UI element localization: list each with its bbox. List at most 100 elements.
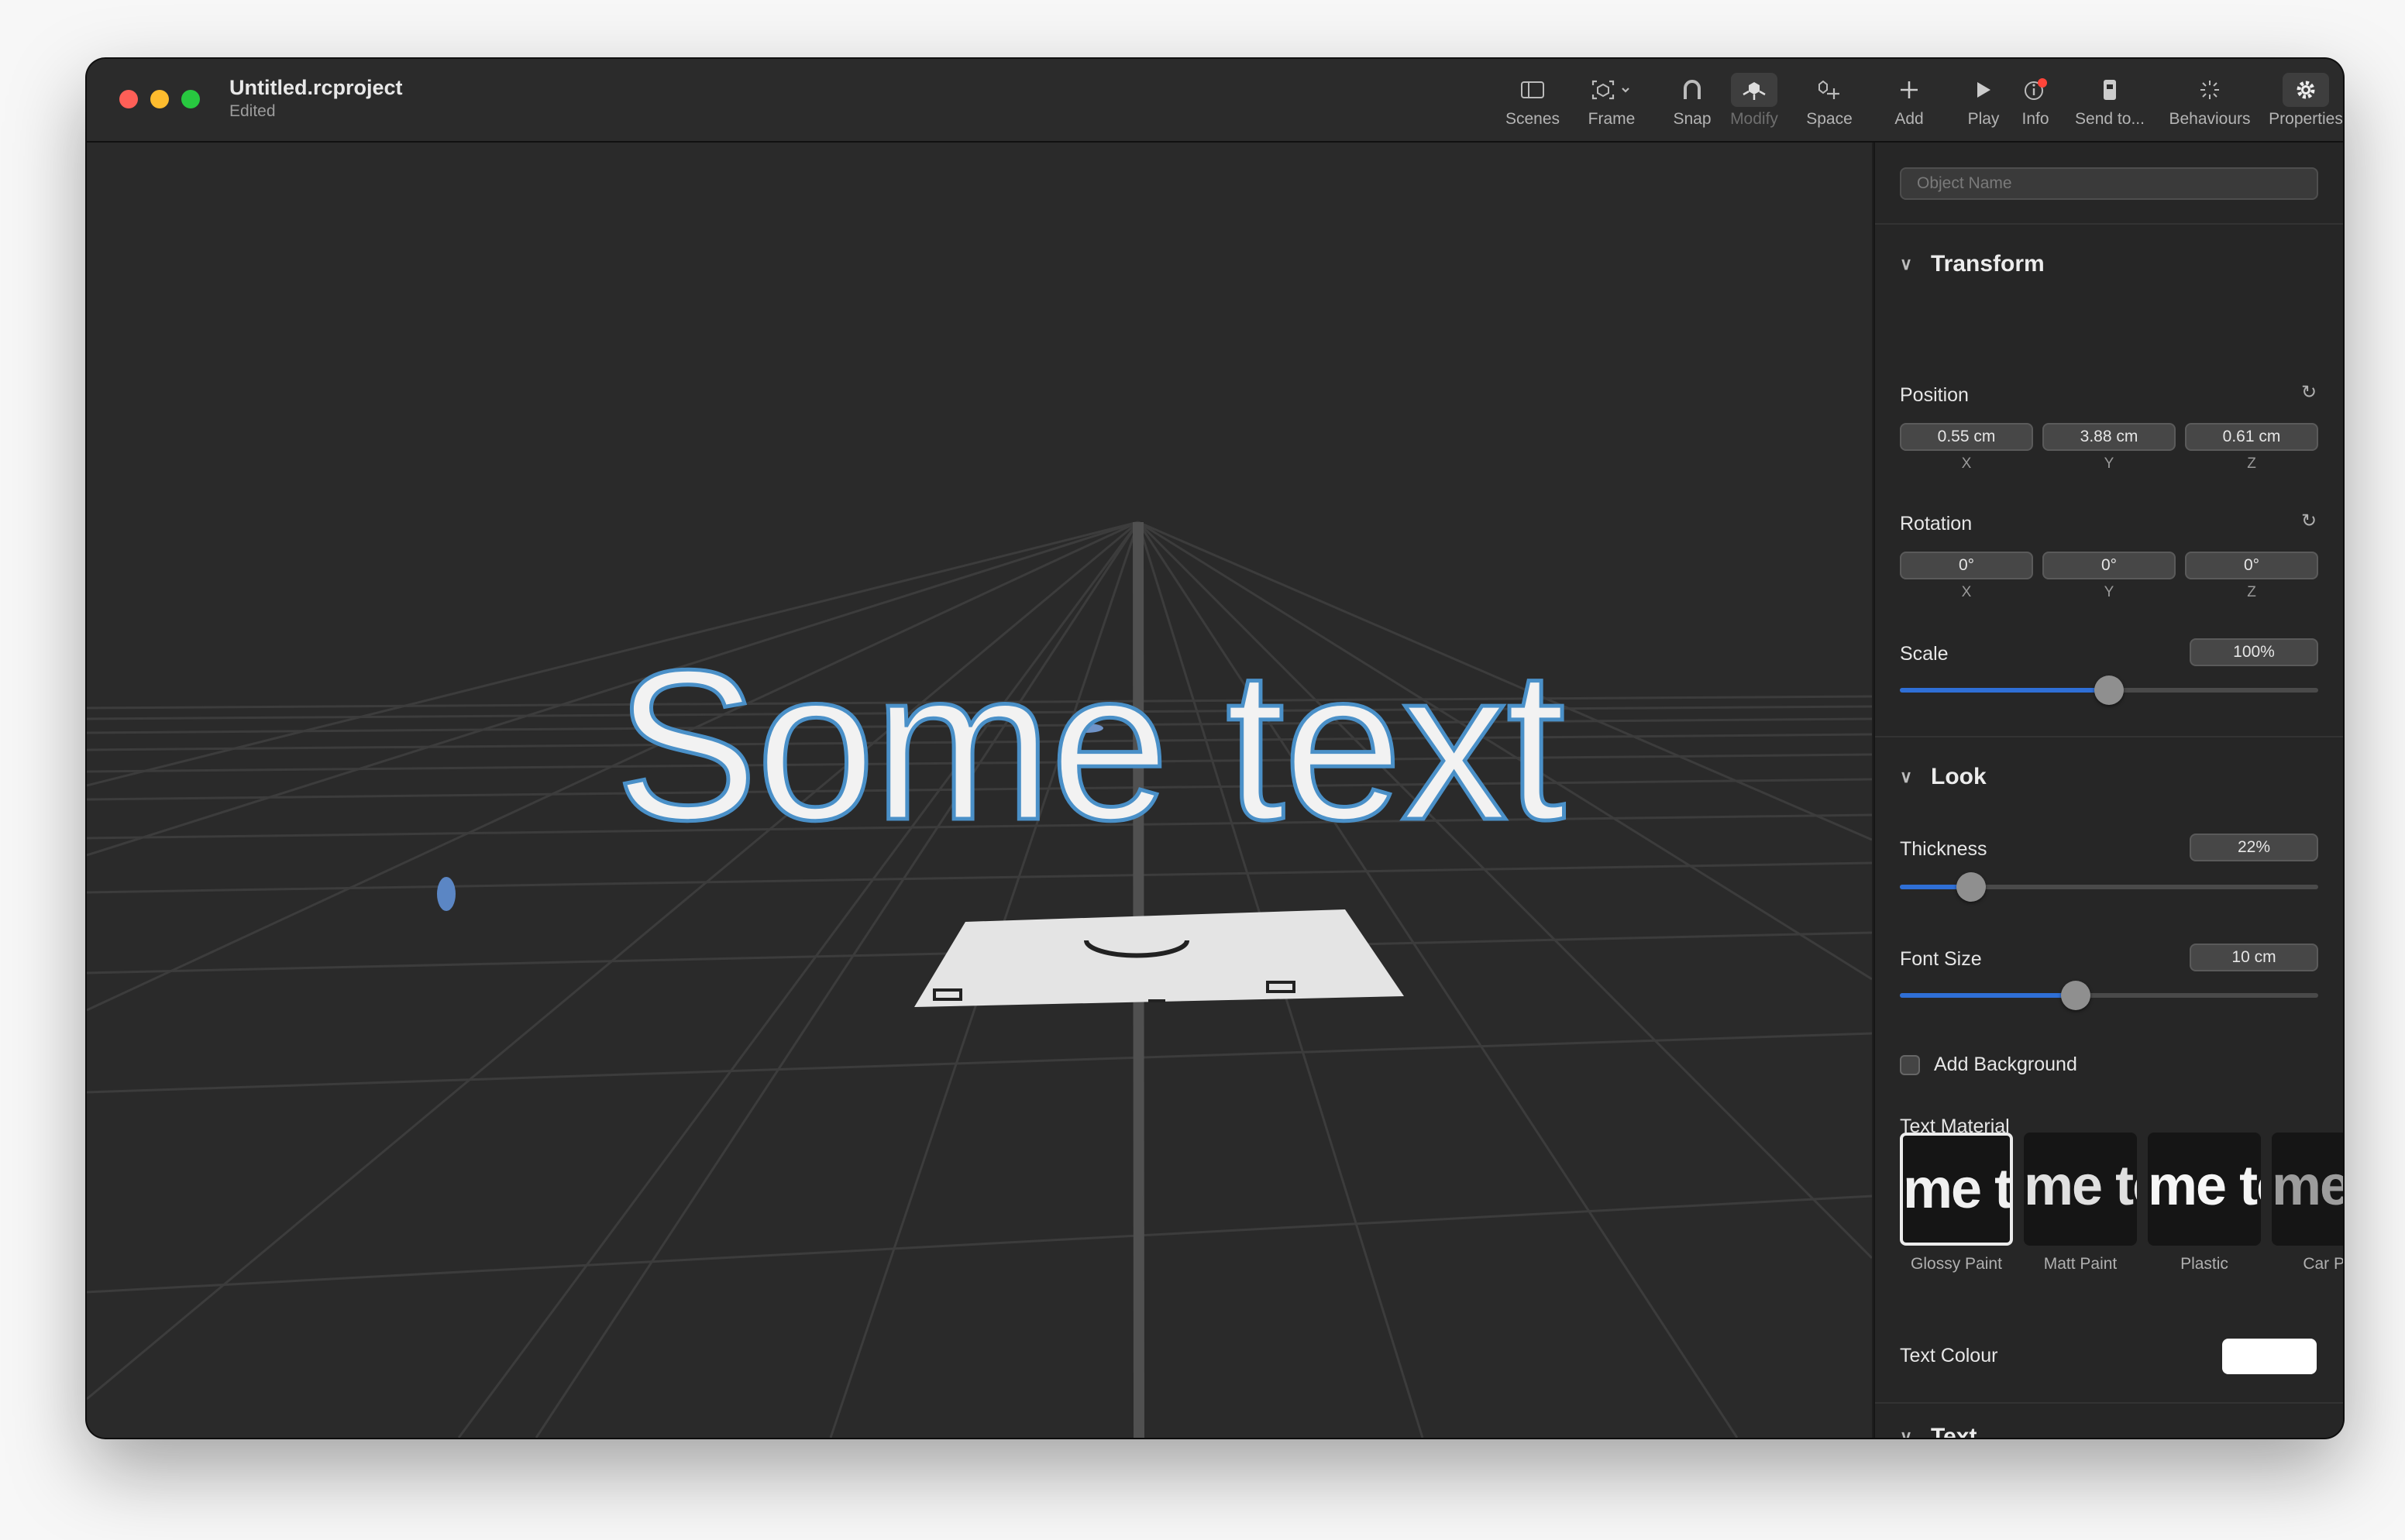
material-name: Car Pa bbox=[2303, 1255, 2343, 1273]
material-sample-text: me te bbox=[2024, 1155, 2137, 1217]
rotation-y-field[interactable]: 0° bbox=[2042, 552, 2176, 579]
material-swatch-matt-paint[interactable]: me te bbox=[2024, 1133, 2137, 1246]
play-icon bbox=[1975, 73, 1992, 107]
minimize-window-button[interactable] bbox=[150, 90, 169, 108]
material-name: Glossy Paint bbox=[1911, 1255, 2002, 1273]
chevron-down-icon: ∨ bbox=[1900, 254, 1913, 273]
thickness-slider-knob[interactable] bbox=[1956, 872, 1986, 902]
axis-label-z: Z bbox=[2247, 584, 2256, 600]
info-icon bbox=[2022, 73, 2049, 107]
modify-icon bbox=[1731, 73, 1777, 107]
section-title: Look bbox=[1931, 764, 1987, 789]
toolbar-play-button[interactable]: Play bbox=[1956, 73, 2011, 135]
divider bbox=[1875, 223, 2343, 225]
rotation-x-field[interactable]: 0° bbox=[1900, 552, 2033, 579]
reset-rotation-icon[interactable]: ↻ bbox=[2301, 510, 2317, 532]
axis-label-z: Z bbox=[2247, 455, 2256, 472]
toolbar-label: Snap bbox=[1673, 110, 1712, 128]
toolbar-label: Properties bbox=[2269, 110, 2343, 128]
toolbar-frame-button[interactable]: Frame bbox=[1570, 73, 1653, 135]
inspector-panel: Object Name ∨ Transform Position ↻ 0.55 … bbox=[1873, 143, 2343, 1438]
object-name-field[interactable]: Object Name bbox=[1900, 167, 2318, 200]
font-size-field[interactable]: 10 cm bbox=[2190, 944, 2318, 971]
position-label: Position bbox=[1900, 384, 1969, 406]
space-icon bbox=[1817, 73, 1842, 107]
font-size-slider-track[interactable] bbox=[1900, 993, 2318, 998]
magnet-icon bbox=[1682, 73, 1702, 107]
document-title: Untitled.rcproject bbox=[229, 76, 403, 99]
rotation-label: Rotation bbox=[1900, 513, 1973, 535]
toolbar-label: Space bbox=[1806, 110, 1853, 128]
sparkle-icon bbox=[2198, 73, 2221, 107]
toolbar-space-button[interactable]: Space bbox=[1788, 73, 1870, 135]
divider bbox=[1875, 736, 2343, 737]
scale-label: Scale bbox=[1900, 643, 1949, 665]
text-colour-well[interactable] bbox=[2222, 1339, 2317, 1374]
material-sample-text: me te bbox=[1903, 1158, 2012, 1220]
toolbar-snap-button[interactable]: Snap bbox=[1663, 73, 1722, 135]
document-status: Edited bbox=[229, 102, 276, 120]
look-section-header[interactable]: ∨ Look bbox=[1900, 764, 1987, 790]
material-swatch-car-paint[interactable]: me bbox=[2272, 1133, 2343, 1246]
close-window-button[interactable] bbox=[119, 90, 138, 108]
reset-position-icon[interactable]: ↻ bbox=[2301, 381, 2317, 404]
toolbar-properties-button[interactable]: Properties bbox=[2264, 73, 2343, 135]
material-sample-text: me te bbox=[2148, 1155, 2261, 1217]
titlebar: Untitled.rcproject Edited Scenes Frame S… bbox=[87, 59, 2343, 143]
gear-icon bbox=[2283, 73, 2329, 107]
transform-section-header[interactable]: ∨ Transform bbox=[1900, 251, 2045, 277]
app-window: Untitled.rcproject Edited Scenes Frame S… bbox=[87, 59, 2343, 1438]
toolbar-label: Play bbox=[1967, 110, 2000, 128]
toolbar-label: Add bbox=[1894, 110, 1924, 128]
add-background-label: Add Background bbox=[1934, 1054, 2077, 1075]
toolbar-info-button[interactable]: Info bbox=[2008, 73, 2063, 135]
toolbar-label: Send to... bbox=[2075, 110, 2145, 128]
position-x-field[interactable]: 0.55 cm bbox=[1900, 423, 2033, 451]
toolbar-scenes-button[interactable]: Scenes bbox=[1495, 73, 1570, 135]
frame-icon bbox=[1590, 73, 1633, 107]
plus-icon bbox=[1899, 73, 1919, 107]
toolbar-send-button[interactable]: Send to... bbox=[2067, 73, 2152, 135]
axis-label-x: X bbox=[1961, 455, 1972, 472]
toolbar-label: Behaviours bbox=[2169, 110, 2251, 128]
toolbar-label: Scenes bbox=[1505, 110, 1560, 128]
material-name: Plastic bbox=[2180, 1255, 2228, 1273]
font-size-slider-knob[interactable] bbox=[2060, 981, 2090, 1010]
add-background-checkbox[interactable] bbox=[1900, 1055, 1920, 1075]
thickness-label: Thickness bbox=[1900, 838, 1987, 860]
position-z-field[interactable]: 0.61 cm bbox=[2185, 423, 2318, 451]
position-y-field[interactable]: 3.88 cm bbox=[2042, 423, 2176, 451]
axis-label-y: Y bbox=[2104, 455, 2114, 472]
rotation-z-field[interactable]: 0° bbox=[2185, 552, 2318, 579]
material-swatch-glossy-paint[interactable]: me te bbox=[1900, 1133, 2013, 1246]
text-section-header[interactable]: ∨ Text bbox=[1900, 1424, 1977, 1438]
zoom-window-button[interactable] bbox=[181, 90, 200, 108]
divider bbox=[1875, 1402, 2343, 1404]
scene-text-object[interactable]: Some text bbox=[614, 637, 1568, 854]
scale-slider-fill bbox=[1900, 688, 2109, 693]
scale-field[interactable]: 100% bbox=[2190, 638, 2318, 666]
material-name: Matt Paint bbox=[2043, 1255, 2118, 1273]
toolbar-label: Info bbox=[2021, 110, 2049, 128]
scale-slider-knob[interactable] bbox=[2094, 675, 2124, 705]
toolbar-label: Frame bbox=[1588, 110, 1636, 128]
toolbar-behaviours-button[interactable]: Behaviours bbox=[2163, 73, 2256, 135]
material-swatch-plastic[interactable]: me te bbox=[2148, 1133, 2261, 1246]
scene-viewport[interactable]: Some text bbox=[87, 143, 1872, 1438]
font-size-label: Font Size bbox=[1900, 948, 1982, 970]
chevron-down-icon: ∨ bbox=[1900, 767, 1913, 786]
text-colour-label: Text Colour bbox=[1900, 1345, 1998, 1366]
section-title: Text bbox=[1931, 1424, 1977, 1438]
chevron-down-icon: ∨ bbox=[1900, 1427, 1913, 1438]
font-size-slider-fill bbox=[1900, 993, 2076, 998]
axis-label-x: X bbox=[1961, 584, 1972, 600]
toolbar-add-button[interactable]: Add bbox=[1877, 73, 1942, 135]
axis-label-y: Y bbox=[2104, 584, 2114, 600]
thickness-field[interactable]: 22% bbox=[2190, 834, 2318, 861]
toolbar-label: Modify bbox=[1730, 110, 1778, 128]
material-sample-text: me bbox=[2272, 1155, 2343, 1217]
phone-icon bbox=[2101, 73, 2118, 107]
toolbar-modify-button[interactable]: Modify bbox=[1722, 73, 1787, 135]
sidebar-icon bbox=[1521, 73, 1544, 107]
section-title: Transform bbox=[1931, 251, 2045, 277]
